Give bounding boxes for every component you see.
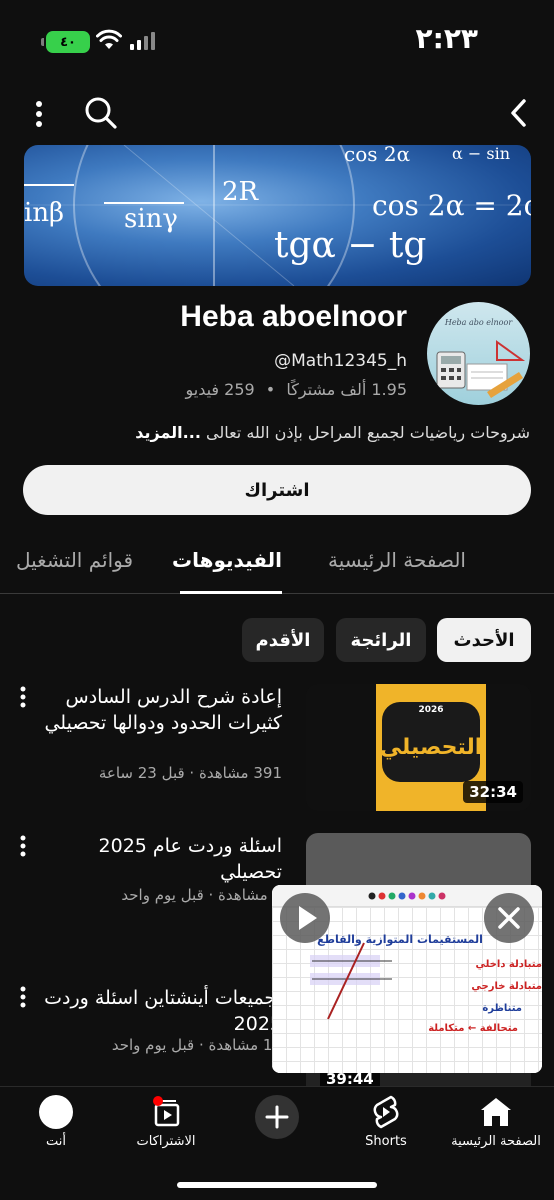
video-title[interactable]: اسئلة وردت عام 2025 تحصيلي — [32, 833, 282, 885]
subscribe-button[interactable]: اشتراك — [23, 465, 531, 515]
channel-handle: @Math12345_h — [274, 351, 407, 371]
nav-home[interactable]: الصفحة الرئيسية — [441, 1093, 551, 1149]
whiteboard-note: متناظرة — [482, 1003, 522, 1014]
shorts-icon — [373, 1095, 399, 1129]
home-indicator — [177, 1182, 377, 1188]
tab-videos[interactable]: الفيديوهات — [172, 548, 282, 572]
channel-stats: 1.95 ألف مشتركًا • 259 فيديو — [185, 380, 407, 399]
mini-player-close-button[interactable] — [484, 893, 534, 943]
video-meta: 13 مشاهدة · قبل يوم واحد — [111, 1036, 282, 1054]
banner-formula: sinγ — [124, 204, 178, 234]
whiteboard-note: متحالفة ← متكاملة — [428, 1023, 518, 1034]
banner-formula: cos 2α — [344, 145, 410, 166]
whiteboard-note: متبادلة خارجي — [471, 981, 542, 992]
subscriber-count: 1.95 ألف مشتركًا — [286, 380, 407, 399]
thumb-year: 2026 — [418, 705, 443, 715]
chip-latest[interactable]: الأحدث — [437, 618, 531, 662]
active-tab-indicator — [180, 591, 282, 594]
description-text: شروحات رياضيات لجميع المراحل بإذن الله ت… — [205, 423, 530, 442]
battery-icon: ٤٠ — [41, 31, 90, 53]
video-meta: 391 مشاهدة · قبل 23 ساعة — [98, 764, 282, 782]
video-duration: 32:34 — [463, 781, 523, 803]
back-arrow-icon[interactable] — [510, 98, 530, 128]
wifi-icon — [96, 29, 122, 49]
banner-formula: tgα − tg — [274, 225, 426, 266]
status-time: ٢:٢٣ — [415, 22, 478, 55]
tab-playlists[interactable]: قوائم التشغيل — [16, 548, 133, 572]
stats-separator: • — [265, 380, 276, 399]
whiteboard-note: متبادلة داخلي — [475, 959, 542, 970]
video-count: 259 فيديو — [185, 380, 255, 399]
nav-label: Shorts — [365, 1134, 407, 1149]
thumb-title: التحصيلي — [380, 735, 483, 760]
nav-create[interactable] — [222, 1095, 332, 1142]
channel-name: Heba aboelnoor — [180, 300, 407, 333]
banner-formula: α − sin — [452, 145, 510, 163]
subscriptions-icon — [153, 1096, 180, 1127]
channel-tabs: الصفحة الرئيسية الفيديوهات قوائم التشغيل — [0, 540, 554, 594]
chip-oldest[interactable]: الأقدم — [242, 618, 324, 662]
banner-formula: 2R — [222, 177, 260, 207]
profile-avatar — [39, 1095, 73, 1129]
video-meta: 2 مشاهدة · قبل يوم واحد — [121, 886, 282, 904]
nav-label: الاشتراكات — [136, 1134, 196, 1149]
banner-formula: inβ — [24, 198, 64, 228]
mini-player-play-button[interactable] — [280, 893, 330, 943]
chip-popular[interactable]: الرائجة — [336, 618, 426, 662]
video-title[interactable]: تجميعات أينشتاين اسئلة وردت 2025 — [32, 985, 282, 1037]
channel-description[interactable]: شروحات رياضيات لجميع المراحل بإذن الله ت… — [135, 423, 530, 442]
nav-label: أنت — [46, 1134, 66, 1149]
home-icon — [481, 1098, 511, 1126]
nav-subscriptions[interactable]: الاشتراكات — [111, 1093, 221, 1149]
nav-you[interactable]: أنت — [1, 1093, 111, 1149]
video-title[interactable]: إعادة شرح الدرس السادس كثيرات الحدود ودو… — [32, 684, 282, 736]
more-link[interactable]: ...المزيد — [135, 423, 201, 442]
tab-home[interactable]: الصفحة الرئيسية — [328, 548, 466, 572]
channel-banner: cos 2α 2R cos 2α = 2cos tgα − tg inβ sin… — [24, 145, 531, 286]
video-more-icon[interactable] — [18, 986, 28, 1010]
close-icon — [498, 907, 520, 929]
play-icon — [299, 906, 317, 930]
whiteboard-heading: المستقيمات المتوازية والقاطع — [317, 933, 483, 946]
more-options-icon[interactable] — [34, 100, 44, 128]
video-more-icon[interactable] — [18, 835, 28, 859]
create-plus-icon — [255, 1095, 299, 1139]
video-thumbnail[interactable] — [306, 833, 531, 893]
nav-label: الصفحة الرئيسية — [451, 1134, 541, 1149]
video-thumbnail[interactable]: 2026 التحصيلي 32:34 — [306, 684, 531, 811]
search-icon[interactable] — [84, 96, 118, 130]
nav-shorts[interactable]: Shorts — [331, 1093, 441, 1149]
channel-avatar[interactable]: Heba abo elnoor — [427, 302, 530, 405]
notification-dot — [153, 1096, 163, 1106]
video-more-icon[interactable] — [18, 686, 28, 710]
cell-signal-icon — [130, 32, 155, 50]
banner-formula: cos 2α = 2cos — [372, 189, 531, 222]
